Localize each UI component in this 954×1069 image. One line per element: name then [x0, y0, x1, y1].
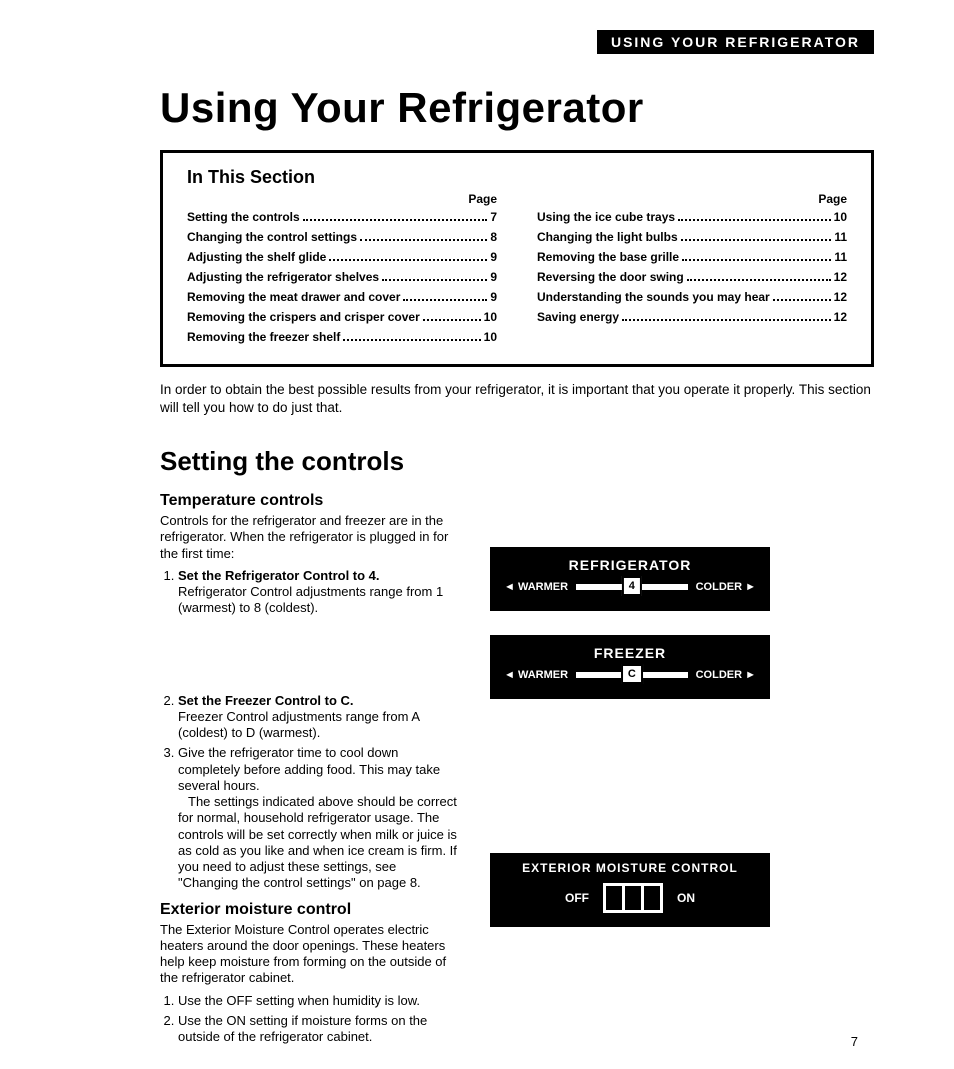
toc-entry-text: Setting the controls: [187, 210, 300, 224]
page-number: 7: [851, 1034, 858, 1049]
freezer-warmer-label: ◄ WARMER: [504, 669, 568, 681]
page-title: Using Your Refrigerator: [160, 84, 874, 132]
toc-dots: [403, 299, 487, 301]
toc-entry-text: Removing the base grille: [537, 250, 679, 264]
ext-step-2: Use the ON setting if moisture forms on …: [178, 1013, 460, 1046]
toc-right-column: Page Using the ice cube trays 10 Changing …: [537, 192, 847, 350]
temp-step-3-body: Give the refrigerator time to cool down …: [178, 745, 440, 793]
exterior-moisture-intro: The Exterior Moisture Control operates e…: [160, 922, 460, 987]
page-label-left: Page: [187, 192, 497, 206]
toc-entry-page: 7: [490, 210, 497, 224]
toc-dots: [622, 319, 831, 321]
toc-entry-text: Changing the control settings: [187, 230, 357, 244]
toc-entry: Changing the control settings 8: [187, 230, 497, 244]
temperature-intro: Controls for the refrigerator and freeze…: [160, 513, 460, 562]
toc-entry-text: Removing the meat drawer and cover: [187, 290, 400, 304]
toc-dots: [329, 259, 487, 261]
ext-step-1: Use the OFF setting when humidity is low…: [178, 993, 460, 1009]
temp-step-2: Set the Freezer Control to C. Freezer Co…: [178, 693, 460, 742]
toc-entry-page: 12: [834, 310, 847, 324]
toc-entry: Using the ice cube trays 10: [537, 210, 847, 224]
toc-dots: [681, 239, 832, 241]
toc-dots: [682, 259, 831, 261]
toc-entry-page: 10: [834, 210, 847, 224]
emc-on-label: ON: [677, 891, 695, 905]
emc-switch-graphic: [603, 883, 663, 913]
toc-entry-page: 11: [834, 250, 847, 264]
freezer-slider-track: C: [576, 672, 688, 678]
freezer-control-figure: FREEZER ◄ WARMER C COLDER ►: [490, 635, 770, 699]
toc-entry-page: 12: [834, 270, 847, 284]
toc-entry: Reversing the door swing 12: [537, 270, 847, 284]
toc-entry-text: Using the ice cube trays: [537, 210, 675, 224]
temp-step-1-bold: Set the Refrigerator Control to 4.: [178, 568, 380, 583]
toc-entry: Saving energy 12: [537, 310, 847, 324]
temperature-controls-heading: Temperature controls: [160, 491, 460, 511]
toc-entry-page: 10: [484, 330, 497, 344]
refrigerator-slider-knob: 4: [622, 576, 642, 596]
toc-entry-page: 10: [484, 310, 497, 324]
toc-entry: Removing the crispers and crisper cover 1…: [187, 310, 497, 324]
toc-title: In This Section: [187, 167, 847, 188]
toc-dots: [343, 339, 480, 341]
toc-left-column: Page Setting the controls 7 Changing the c…: [187, 192, 497, 350]
toc-entry-page: 12: [834, 290, 847, 304]
temp-step-1: Set the Refrigerator Control to 4. Refri…: [178, 568, 460, 617]
toc-box: In This Section Page Setting the control…: [160, 150, 874, 367]
toc-entry: Removing the base grille 11: [537, 250, 847, 264]
refrigerator-control-figure: REFRIGERATOR ◄ WARMER 4 COLDER ►: [490, 547, 770, 611]
toc-entry-text: Reversing the door swing: [537, 270, 684, 284]
refrigerator-slider-track: 4: [576, 584, 688, 590]
toc-entry-page: 11: [834, 230, 847, 244]
toc-entry: Removing the meat drawer and cover 9: [187, 290, 497, 304]
toc-entry: Adjusting the refrigerator shelves 9: [187, 270, 497, 284]
section-header-bar: USING YOUR REFRIGERATOR: [597, 30, 874, 54]
refrigerator-warmer-label: ◄ WARMER: [504, 581, 568, 593]
toc-dots: [382, 279, 487, 281]
toc-dots: [773, 299, 831, 301]
freezer-colder-label: COLDER ►: [696, 669, 756, 681]
toc-entry: Removing the freezer shelf 10: [187, 330, 497, 344]
freezer-slider-knob: C: [621, 664, 643, 684]
refrigerator-fig-title: REFRIGERATOR: [504, 557, 756, 573]
intro-paragraph: In order to obtain the best possible res…: [160, 381, 874, 416]
toc-entry-page: 8: [490, 230, 497, 244]
emc-off-label: OFF: [565, 891, 589, 905]
toc-dots: [360, 239, 487, 241]
toc-entry-text: Adjusting the shelf glide: [187, 250, 326, 264]
toc-entry-text: Removing the crispers and crisper cover: [187, 310, 420, 324]
toc-entry-page: 9: [490, 290, 497, 304]
toc-entry-page: 9: [490, 270, 497, 284]
toc-dots: [303, 219, 488, 221]
emc-fig-title: EXTERIOR MOISTURE CONTROL: [504, 861, 756, 875]
page-label-right: Page: [537, 192, 847, 206]
toc-entry-text: Understanding the sounds you may hear: [537, 290, 770, 304]
setting-controls-heading: Setting the controls: [160, 446, 874, 477]
refrigerator-colder-label: COLDER ►: [696, 581, 756, 593]
toc-dots: [423, 319, 481, 321]
toc-dots: [687, 279, 831, 281]
exterior-moisture-control-figure: EXTERIOR MOISTURE CONTROL OFF ON: [490, 853, 770, 927]
toc-entry-text: Adjusting the refrigerator shelves: [187, 270, 379, 284]
temp-step-2-bold: Set the Freezer Control to C.: [178, 693, 354, 708]
toc-entry: Adjusting the shelf glide 9: [187, 250, 497, 264]
toc-entry: Setting the controls 7: [187, 210, 497, 224]
freezer-fig-title: FREEZER: [504, 645, 756, 661]
temp-step-3: Give the refrigerator time to cool down …: [178, 745, 460, 891]
toc-entry: Changing the light bulbs 11: [537, 230, 847, 244]
temp-step-1-body: Refrigerator Control adjustments range f…: [178, 584, 443, 615]
toc-entry-page: 9: [490, 250, 497, 264]
toc-entry-text: Saving energy: [537, 310, 619, 324]
toc-dots: [678, 219, 831, 221]
temp-step-3-note: The settings indicated above should be c…: [178, 794, 457, 890]
exterior-moisture-heading: Exterior moisture control: [160, 900, 460, 920]
temp-step-2-body: Freezer Control adjustments range from A…: [178, 709, 419, 740]
toc-entry-text: Changing the light bulbs: [537, 230, 678, 244]
toc-entry-text: Removing the freezer shelf: [187, 330, 340, 344]
toc-entry: Understanding the sounds you may hear 12: [537, 290, 847, 304]
